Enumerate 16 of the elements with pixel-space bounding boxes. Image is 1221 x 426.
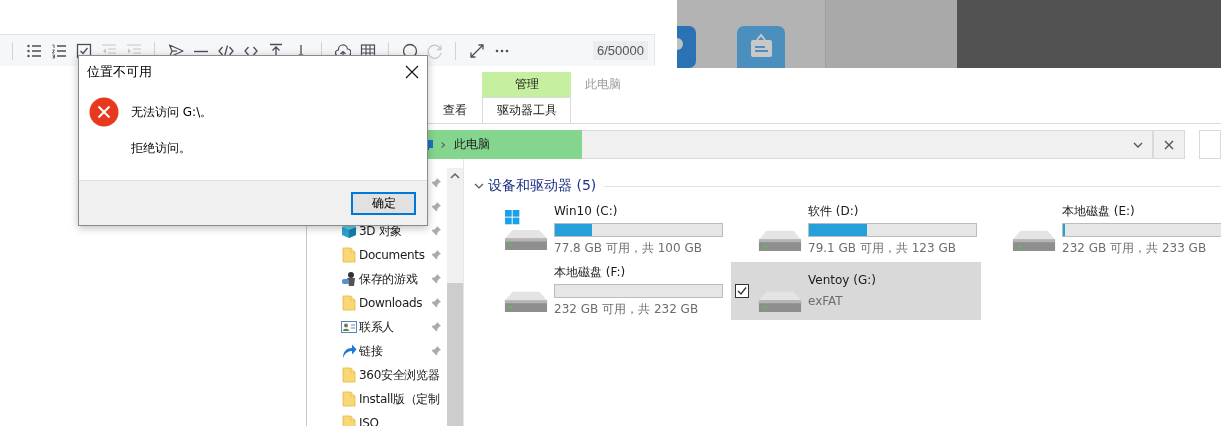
- drive-info: exFAT: [808, 294, 844, 309]
- dialog-title: 位置不可用: [87, 63, 152, 81]
- section-title: 设备和驱动器 (5): [488, 177, 597, 195]
- drive-info: 232 GB 可用，共 233 GB: [1062, 241, 1208, 256]
- drive-name: 本地磁盘 (F:): [554, 265, 627, 280]
- drive-name: Win10 (C:): [554, 204, 619, 219]
- error-detail: 拒绝访问。: [131, 140, 192, 157]
- error-message: 无法访问 G:\。: [131, 104, 213, 121]
- drive-name: 软件 (D:): [808, 204, 860, 219]
- drive-info: 79.1 GB 可用，共 123 GB: [808, 241, 957, 256]
- drive-name: 本地磁盘 (E:): [1062, 204, 1136, 219]
- context-title: 此电脑: [584, 76, 622, 93]
- character-counter: 6/50000: [593, 41, 648, 60]
- drive-info: 77.8 GB 可用，共 100 GB: [554, 241, 703, 256]
- drive-name: Ventoy (G:): [808, 273, 876, 288]
- drive-info: 232 GB 可用，共 232 GB: [554, 302, 700, 317]
